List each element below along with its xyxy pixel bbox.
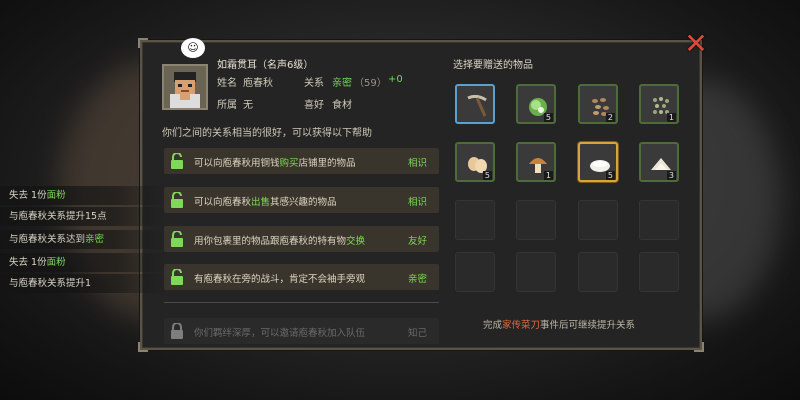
unlock-icon [171, 269, 183, 285]
empty-slot [578, 200, 618, 240]
gift-slot[interactable]: 5 [516, 84, 556, 124]
benefit-row: 可以向庖春秋出售其感兴趣的物品 相识 [164, 187, 439, 213]
relation-points: （59） [354, 78, 387, 89]
benefit-row-locked: 你们羁绊深厚，可以邀请庖春秋加入队伍 知己 [164, 318, 439, 344]
log-message: 失去 1份面粉 [0, 253, 168, 272]
speech-bubble-icon[interactable]: ☺ [181, 38, 205, 58]
gift-slot[interactable]: 5 [455, 142, 495, 182]
empty-slot [516, 252, 556, 292]
likes-label: 喜好 [304, 100, 324, 111]
benefit-level: 知己 [407, 328, 427, 339]
empty-slot [578, 252, 618, 292]
benefit-text: 可以向庖春秋出售其感兴趣的物品 [194, 197, 337, 208]
log-message: 与庖春秋关系提升1 [0, 274, 168, 293]
benefit-level: 亲密 [407, 274, 427, 285]
log-message: 失去 1份面粉 [0, 186, 168, 205]
npc-portrait [162, 64, 208, 110]
lock-icon [171, 323, 183, 339]
faction-value: 无 [243, 100, 253, 111]
benefit-level: 相识 [407, 158, 427, 169]
npc-title: 如霜贯耳（名声6级） [217, 60, 314, 71]
panel-corner [694, 342, 704, 352]
gift-slot[interactable] [455, 84, 495, 124]
benefit-text: 可以向庖春秋用铜钱购买店铺里的物品 [194, 158, 356, 169]
panel-corner [138, 38, 148, 48]
benefit-row: 有庖春秋在旁的战斗，肯定不会袖手旁观 亲密 [164, 264, 439, 290]
unlock-icon [171, 153, 183, 169]
divider [164, 302, 439, 303]
unlock-icon [171, 192, 183, 208]
empty-slot [516, 200, 556, 240]
item-count: 5 [605, 171, 615, 180]
item-count: 5 [543, 113, 553, 122]
gift-slot-selected[interactable]: 5 [578, 142, 618, 182]
benefit-text: 用你包裹里的物品跟庖春秋的特有物交换 [194, 236, 366, 247]
item-count: 5 [482, 171, 492, 180]
item-count: 1 [543, 171, 553, 180]
item-count: 2 [605, 113, 615, 122]
faction-label: 所属 [217, 100, 237, 111]
item-count: 1 [666, 113, 676, 122]
benefit-level: 友好 [407, 236, 427, 247]
gift-slot[interactable]: 1 [516, 142, 556, 182]
item-count: 3 [666, 171, 676, 180]
unlock-icon [171, 231, 183, 247]
gift-slot[interactable]: 1 [639, 84, 679, 124]
likes-value: 食材 [332, 100, 352, 111]
relationship-hint: 完成家传菜刀事件后可继续提升关系 [483, 320, 636, 331]
empty-slot [639, 200, 679, 240]
log-message: 与庖春秋关系达到亲密 [0, 230, 168, 249]
relationship-description: 你们之间的关系相当的很好，可以获得以下帮助 [162, 128, 372, 139]
gift-slot[interactable]: 2 [578, 84, 618, 124]
benefit-level: 相识 [407, 197, 427, 208]
benefit-text: 你们羁绊深厚，可以邀请庖春秋加入队伍 [194, 328, 366, 339]
name-value: 庖春秋 [243, 78, 273, 89]
log-message: 与庖春秋关系提升15点 [0, 207, 168, 226]
close-icon[interactable]: ✕ [682, 30, 710, 58]
panel-corner [138, 342, 148, 352]
name-label: 姓名 [217, 78, 237, 89]
empty-slot [639, 252, 679, 292]
relation-label: 关系 [304, 78, 324, 89]
relation-value: 亲密 [332, 78, 352, 89]
pickaxe-icon [467, 94, 487, 117]
benefit-text: 有庖春秋在旁的战斗，肯定不会袖手旁观 [194, 274, 366, 285]
gift-slot[interactable]: 3 [639, 142, 679, 182]
relation-delta: +0 [388, 74, 403, 85]
empty-slot [455, 252, 495, 292]
benefit-row: 用你包裹里的物品跟庖春秋的特有物交换 友好 [164, 226, 439, 252]
gift-title: 选择要赠送的物品 [453, 60, 533, 71]
benefit-row: 可以向庖春秋用铜钱购买店铺里的物品 相识 [164, 148, 439, 174]
empty-slot [455, 200, 495, 240]
